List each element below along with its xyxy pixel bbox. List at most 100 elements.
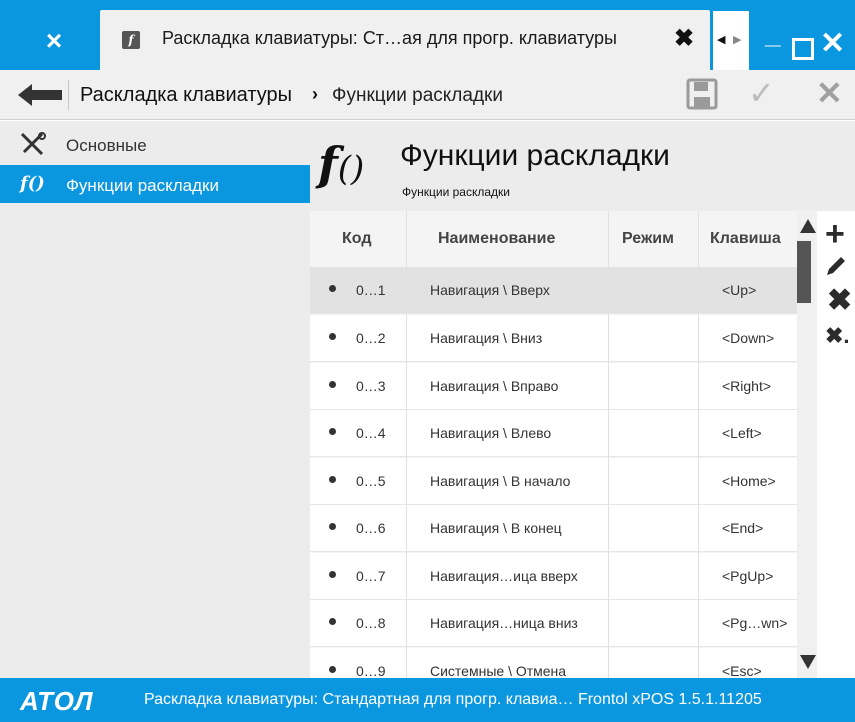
cell-key: <Esc> (722, 663, 762, 678)
cell-name: Навигация \ В начало (430, 473, 571, 489)
function-letter: f (318, 137, 338, 191)
cell-name: Навигация \ Влево (430, 425, 552, 441)
cell-name: Навигация \ Вправо (430, 378, 559, 394)
cell-key: <PgUp> (722, 568, 774, 584)
pencil-icon[interactable] (823, 255, 847, 279)
cell-code: 0…4 (356, 425, 386, 441)
column-header-key[interactable]: Клавиша (710, 230, 781, 248)
table-row[interactable]: 0…5 Навигация \ В начало <Home> (310, 458, 797, 505)
breadcrumb-current: Функции раскладки (332, 85, 503, 106)
cell-code: 0…5 (356, 473, 386, 489)
column-header-mode[interactable]: Режим (622, 230, 674, 248)
column-divider (608, 211, 609, 678)
row-bullet (329, 476, 336, 483)
page-subtitle: Функции раскладки (402, 185, 510, 199)
cell-name: Навигация \ Вверх (430, 282, 550, 298)
delete-icon[interactable]: ✖ (827, 283, 852, 318)
tools-icon (20, 132, 46, 156)
tab-close-icon[interactable]: ✖ (674, 24, 694, 53)
cell-key: <Pg…wn> (722, 615, 788, 631)
row-bullet (329, 571, 336, 578)
sidebar-item-layout-functions[interactable]: f() Функции раскладки (0, 165, 310, 203)
cell-key: <End> (722, 520, 764, 536)
cell-key: <Up> (722, 282, 757, 298)
save-icon[interactable] (686, 78, 718, 110)
section-header: f() Функции раскладки Функции раскладки (310, 121, 855, 211)
status-text: Раскладка клавиатуры: Стандартная для пр… (144, 691, 762, 708)
cell-code: 0…1 (356, 282, 386, 298)
scroll-up-icon[interactable] (800, 219, 816, 233)
table-scrollbar[interactable] (797, 211, 817, 678)
column-divider (406, 211, 407, 678)
cancel-x-icon[interactable]: ✕ (816, 74, 843, 112)
sidebar-item-label: Функции раскладки (66, 176, 219, 195)
row-actions-toolbar: + ✖ ✖. (817, 211, 855, 678)
table-row[interactable]: 0…4 Навигация \ Влево <Left> (310, 410, 797, 457)
tab-active[interactable]: f Раскладка клавиатуры: Ст…ая для прогр.… (100, 10, 710, 72)
maximize-button[interactable] (792, 38, 814, 60)
sidebar-item-label: Основные (66, 136, 147, 155)
function-icon: f() (20, 173, 45, 194)
cell-name: Навигация \ В конец (430, 520, 562, 536)
minimize-button[interactable]: _ (765, 18, 781, 50)
cell-key: <Left> (722, 425, 762, 441)
scroll-thumb[interactable] (797, 241, 811, 303)
function-large-icon: f() (318, 137, 364, 191)
cell-key: <Right> (722, 378, 772, 394)
cell-code: 0…7 (356, 568, 386, 584)
functions-table: Код Наименование Режим Клавиша 0…1 Навиг… (310, 211, 797, 678)
delete-all-icon[interactable]: ✖. (825, 323, 850, 349)
column-header-name[interactable]: Наименование (438, 230, 555, 248)
row-bullet (329, 618, 336, 625)
function-paren: () (337, 149, 365, 189)
confirm-check-icon[interactable]: ✓ (748, 74, 775, 112)
row-bullet (329, 333, 336, 340)
row-bullet (329, 381, 336, 388)
add-icon[interactable]: + (825, 215, 845, 254)
column-header-code[interactable]: Код (342, 230, 371, 248)
column-divider (698, 211, 699, 678)
tab-scroll-buttons[interactable]: ◀ ▶ (712, 10, 750, 72)
cell-name: Навигация \ Вниз (430, 330, 543, 346)
row-bullet (329, 666, 336, 673)
cell-name: Навигация…ница вниз (430, 615, 578, 631)
atol-logo: АТОЛ (20, 686, 94, 716)
table-row[interactable]: 0…9 Системные \ Отмена <Esc> (310, 648, 797, 678)
back-arrow-icon[interactable] (18, 82, 64, 108)
table-row[interactable]: 0…6 Навигация \ В конец <End> (310, 505, 797, 552)
page-title: Функции раскладки (400, 139, 670, 172)
table-row[interactable]: 0…1 Навигация \ Вверх <Up> (310, 267, 797, 314)
sidebar-item-main[interactable]: Основные (0, 125, 310, 163)
breadcrumb-root[interactable]: Раскладка клавиатуры (80, 84, 292, 107)
tab-scroll-left-icon[interactable]: ◀ (717, 33, 725, 46)
tab-title: Раскладка клавиатуры: Ст…ая для прогр. к… (162, 28, 617, 48)
table-row[interactable]: 0…3 Навигация \ Вправо <Right> (310, 363, 797, 410)
window-close-button[interactable]: ✕ (820, 26, 845, 62)
cell-name: Навигация…ица вверх (430, 568, 578, 584)
cell-code: 0…2 (356, 330, 386, 346)
cell-code: 0…8 (356, 615, 386, 631)
divider (68, 80, 69, 110)
cell-name: Системные \ Отмена (430, 663, 567, 678)
breadcrumb-bar: Раскладка клавиатуры › Функции раскладки… (0, 70, 855, 120)
scroll-down-icon[interactable] (800, 655, 816, 669)
cell-key: <Home> (722, 473, 776, 489)
main-panel: f() Функции раскладки Функции раскладки … (310, 121, 855, 678)
title-bar: × f Раскладка клавиатуры: Ст…ая для прог… (0, 0, 855, 72)
table-row[interactable]: 0…7 Навигация…ица вверх <PgUp> (310, 553, 797, 600)
cell-code: 0…6 (356, 520, 386, 536)
function-tab-icon: f (122, 31, 140, 49)
cell-code: 0…3 (356, 378, 386, 394)
table-row[interactable]: 0…2 Навигация \ Вниз <Down> (310, 315, 797, 362)
sidebar: Основные f() Функции раскладки (0, 121, 310, 678)
row-bullet (329, 285, 336, 292)
row-bullet (329, 428, 336, 435)
tab-scroll-right-icon[interactable]: ▶ (733, 33, 741, 46)
cell-key: <Down> (722, 330, 775, 346)
table-header: Код Наименование Режим Клавиша (310, 211, 797, 267)
close-tab-icon[interactable]: × (14, 10, 94, 72)
row-bullet (329, 523, 336, 530)
table-row[interactable]: 0…8 Навигация…ница вниз <Pg…wn> (310, 600, 797, 647)
status-bar: АТОЛ Раскладка клавиатуры: Стандартная д… (0, 678, 855, 722)
cell-code: 0…9 (356, 663, 386, 678)
